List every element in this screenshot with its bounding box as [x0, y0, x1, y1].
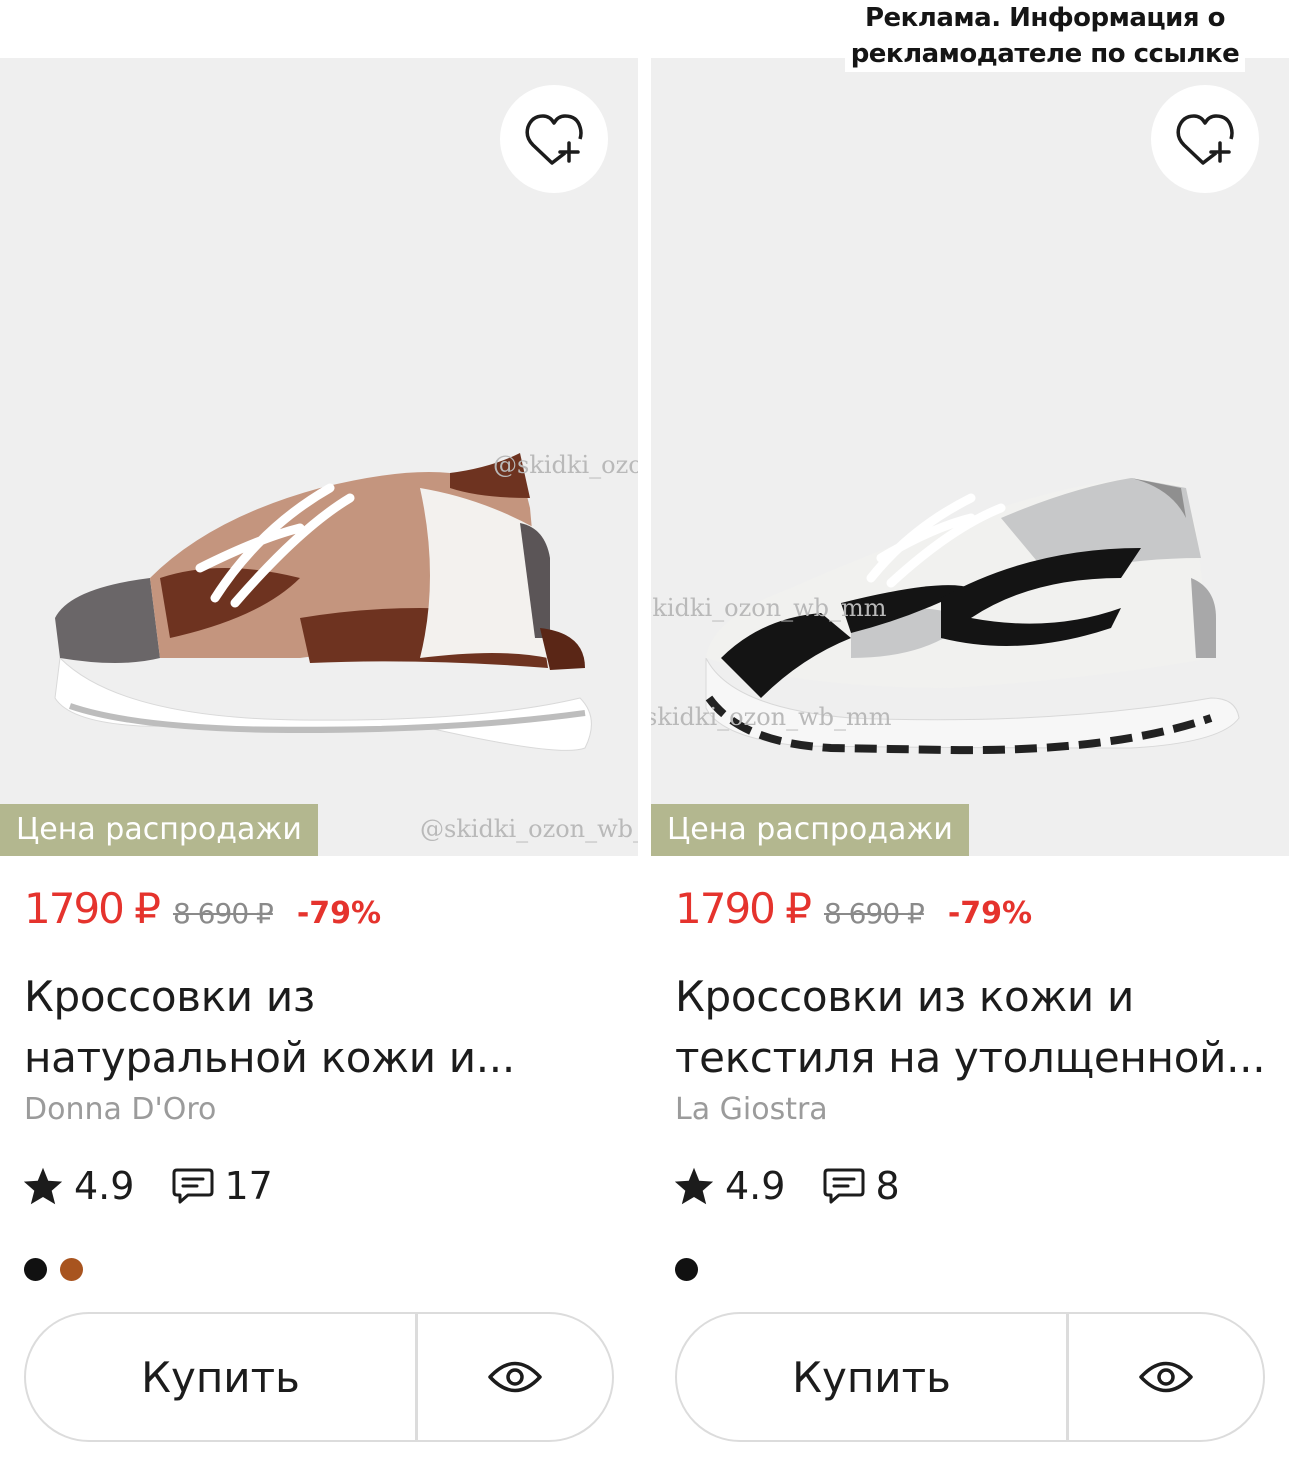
star-icon	[23, 1167, 63, 1205]
color-swatch-black[interactable]	[24, 1258, 47, 1281]
eye-icon	[1139, 1361, 1193, 1393]
product-image[interactable]: @skidki_ozon_wb_mm @skidki_ozon_wb_mm Це…	[0, 58, 638, 856]
current-price: 1790 ₽	[24, 884, 161, 933]
add-to-favorites-button[interactable]	[1151, 85, 1259, 193]
reviews-link[interactable]: 8	[823, 1164, 900, 1208]
action-bar: Купить	[24, 1312, 614, 1442]
product-title-line: натуральной кожи и...	[24, 1033, 515, 1082]
product-stats: 4.9 8	[673, 1164, 900, 1208]
buy-button[interactable]: Купить	[677, 1314, 1069, 1440]
brand-name: Donna D'Oro	[24, 1092, 217, 1127]
rating: 4.9	[22, 1164, 134, 1208]
product-title[interactable]: Кроссовки из кожи и текстиля на утолщенн…	[675, 966, 1275, 1088]
product-title-line: Кроссовки из	[24, 972, 315, 1021]
color-swatches	[675, 1258, 711, 1281]
comment-icon	[172, 1168, 214, 1204]
price-row: 1790 ₽ 8 690 ₽ -79%	[24, 884, 381, 933]
color-swatches	[24, 1258, 96, 1281]
rating: 4.9	[673, 1164, 785, 1208]
quick-view-button[interactable]	[1069, 1314, 1263, 1440]
old-price: 8 690 ₽	[823, 897, 925, 930]
buy-button[interactable]: Купить	[26, 1314, 418, 1440]
brand-name: La Giostra	[675, 1092, 828, 1127]
product-title[interactable]: Кроссовки из натуральной кожи и...	[24, 966, 624, 1088]
star-icon	[674, 1167, 714, 1205]
color-swatch-brown[interactable]	[60, 1258, 83, 1281]
reviews-count: 17	[224, 1164, 273, 1208]
watermark: @skidki_ozon_wb_mm	[420, 815, 638, 843]
product-card[interactable]: @skidki_ozon_wb_mm @skidki_ozon_wb_mm Це…	[651, 58, 1289, 1477]
sale-price-badge: Цена распродажи	[0, 804, 318, 856]
product-image[interactable]: @skidki_ozon_wb_mm @skidki_ozon_wb_mm Це…	[651, 58, 1289, 856]
old-price: 8 690 ₽	[172, 897, 274, 930]
rating-value: 4.9	[74, 1164, 135, 1208]
product-title-line: Кроссовки из кожи и	[675, 972, 1134, 1021]
price-row: 1790 ₽ 8 690 ₽ -79%	[675, 884, 1032, 933]
watermark: @skidki_ozon_wb_mm	[493, 451, 638, 479]
ad-notice-line1: Реклама. Информация о	[864, 3, 1226, 33]
eye-icon	[488, 1361, 542, 1393]
action-bar: Купить	[675, 1312, 1265, 1442]
add-to-favorites-button[interactable]	[500, 85, 608, 193]
watermark: @skidki_ozon_wb_mm	[651, 594, 887, 622]
discount-badge: -79%	[947, 896, 1033, 931]
ad-notice-link[interactable]: Реклама. Информация о рекламодателе по с…	[845, 0, 1245, 72]
reviews-count: 8	[875, 1164, 900, 1208]
heart-plus-icon	[525, 114, 583, 165]
product-stats: 4.9 17	[22, 1164, 273, 1208]
reviews-link[interactable]: 17	[172, 1164, 273, 1208]
heart-plus-icon	[1176, 114, 1234, 165]
product-title-line: текстиля на утолщенной...	[675, 1033, 1266, 1082]
current-price: 1790 ₽	[675, 884, 812, 933]
watermark: @skidki_ozon_wb_mm	[651, 703, 892, 731]
color-swatch-black[interactable]	[675, 1258, 698, 1281]
sale-price-badge: Цена распродажи	[651, 804, 969, 856]
rating-value: 4.9	[725, 1164, 786, 1208]
discount-badge: -79%	[296, 896, 382, 931]
ad-notice-line2: рекламодателе по ссылке	[850, 39, 1240, 69]
quick-view-button[interactable]	[418, 1314, 612, 1440]
comment-icon	[823, 1168, 865, 1204]
product-card[interactable]: @skidki_ozon_wb_mm @skidki_ozon_wb_mm Це…	[0, 58, 638, 1477]
